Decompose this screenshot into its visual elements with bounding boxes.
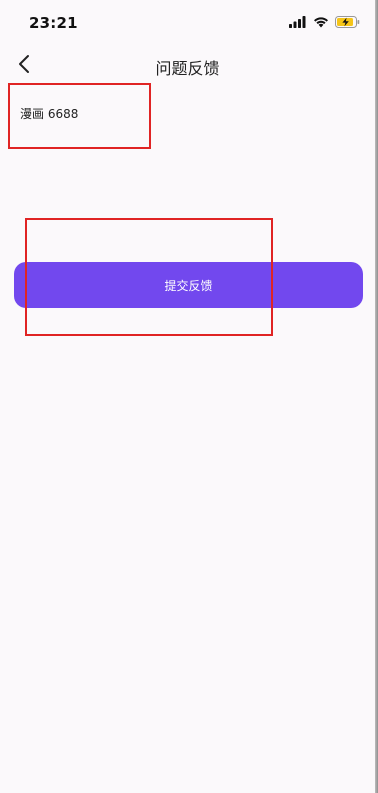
page-title: 问题反馈 — [155, 59, 220, 78]
submit-feedback-button[interactable]: 提交反馈 — [14, 262, 363, 308]
battery-charging-icon — [335, 16, 360, 28]
navigation-bar: 问题反馈 — [0, 44, 375, 88]
status-time: 23:21 — [29, 14, 78, 32]
feedback-content[interactable]: 漫画 6688 — [20, 105, 78, 122]
signal-icon — [289, 16, 307, 28]
phone-screen: 23:21 问题反馈 漫画 6688 提交反馈 — [0, 0, 375, 793]
submit-feedback-label: 提交反馈 — [164, 278, 213, 293]
status-bar: 23:21 — [0, 0, 375, 44]
status-icons — [289, 14, 360, 30]
wifi-icon — [313, 16, 329, 28]
